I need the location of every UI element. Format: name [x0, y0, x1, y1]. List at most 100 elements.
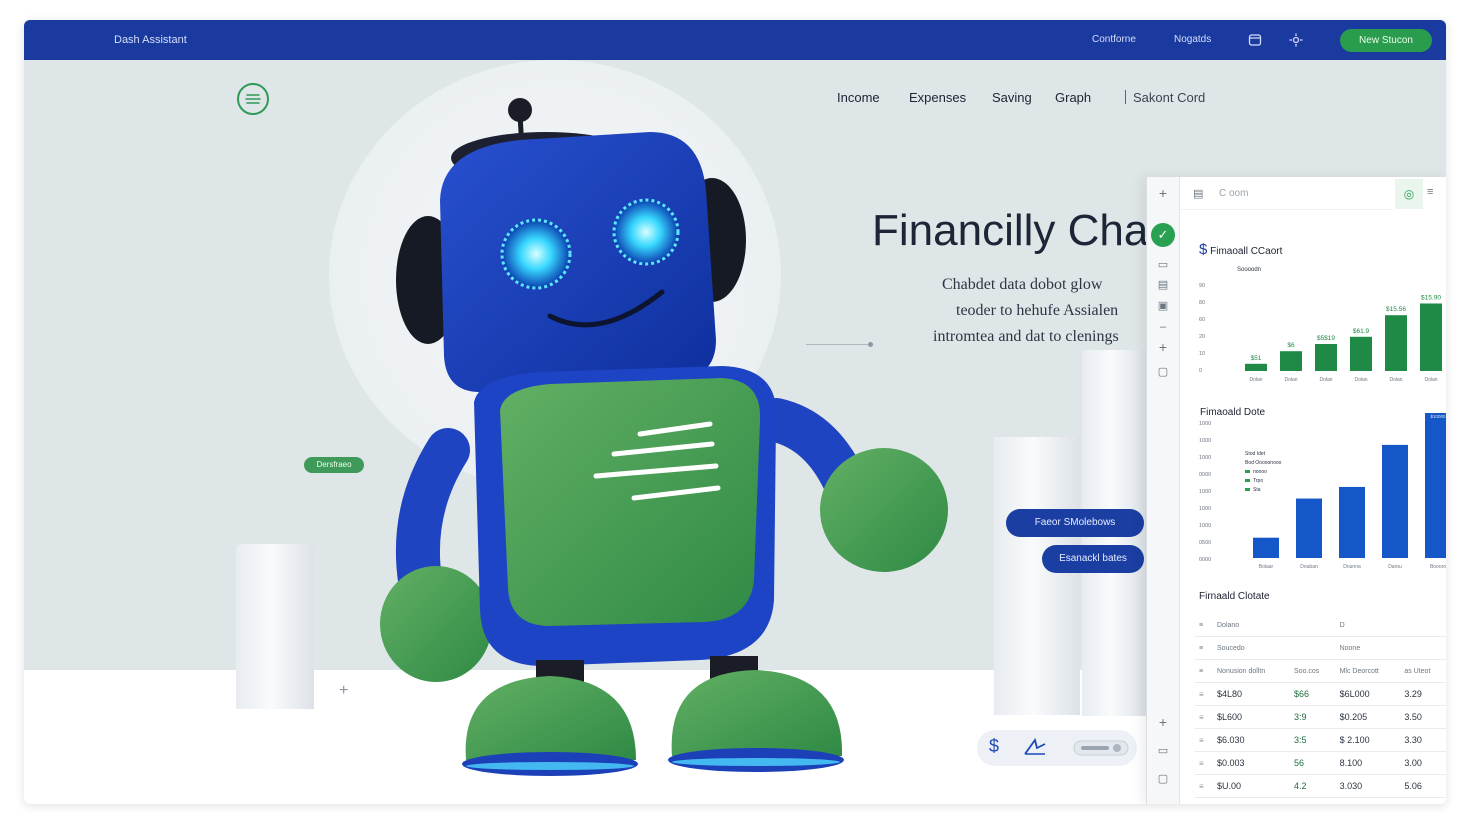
check-icon[interactable]: ✓ — [1151, 223, 1175, 247]
row-handle[interactable]: ≡ — [1195, 682, 1213, 706]
quick-action-bar: $ — [977, 730, 1137, 766]
window-icon[interactable]: ▭ — [1155, 743, 1171, 759]
table-cell: $66 — [1290, 682, 1336, 706]
y-tick-label: 1000 — [1199, 421, 1211, 427]
table-subheader-col-1: Soucedo — [1213, 636, 1336, 660]
table-subheader-row: ≡ Soucedo Noone — [1195, 636, 1446, 660]
table-cell: $4L80 — [1213, 682, 1291, 706]
table-header-col-2[interactable]: D — [1335, 614, 1446, 637]
add-item-icon[interactable]: + — [1155, 339, 1171, 355]
data-label: $5$19 — [1317, 335, 1335, 342]
row-handle[interactable]: ≡ — [1195, 774, 1213, 798]
chart1-title-row: $ Fimaoall CCaort — [1199, 241, 1282, 258]
data-label: $15.56 — [1386, 306, 1406, 313]
new-button[interactable]: New Stucon — [1340, 29, 1432, 52]
table-subheader-col-2: Noone — [1335, 636, 1446, 660]
nav-sakont-cord[interactable]: Sakont Cord — [1133, 90, 1205, 105]
hamburger-icon[interactable]: ≡ — [1427, 186, 1433, 198]
bar — [1420, 303, 1442, 371]
add-icon[interactable]: + — [1155, 185, 1171, 201]
table-cell: $L600 — [1213, 705, 1291, 729]
panel-sidebar: + ✓ ▭ ▤ ▣ – + ▢ + ▭ ▢ — [1147, 177, 1180, 804]
bar — [1385, 315, 1407, 371]
dollar-icon[interactable]: $ — [989, 736, 999, 757]
app-window: Dash Assistant Contforne Nogatds New Stu… — [24, 20, 1446, 804]
table-cell: 3.50 — [1400, 705, 1446, 729]
data-label: $61.9 — [1353, 328, 1370, 335]
legend-entry: Trpo — [1253, 478, 1263, 484]
y-tick-label: 0500 — [1199, 540, 1211, 546]
y-tick-label: 1000 — [1199, 489, 1211, 495]
menu-icon[interactable] — [237, 83, 269, 115]
table-cell: $0.003 — [1213, 751, 1291, 775]
line-icon[interactable]: – — [1155, 319, 1171, 335]
top-bar: Dash Assistant Contforne Nogatds New Stu… — [24, 20, 1446, 60]
inbox-icon[interactable]: ▢ — [1155, 364, 1171, 380]
table-cell: 3:5 — [1290, 728, 1336, 752]
factor-button[interactable]: Faeor SMolebows — [1006, 509, 1144, 537]
dashboard-panel: + ✓ ▭ ▤ ▣ – + ▢ + ▭ ▢ ▤ C oom ◎ ≡ $ Fima… — [1146, 177, 1446, 804]
finance-table: ≡ Dolano D ≡ Soucedo Noone ≡ Nonusion do… — [1195, 614, 1446, 798]
legend-entry: Bod Ooooonooo — [1245, 460, 1282, 466]
x-tick-label: Boooro — [1430, 564, 1446, 570]
legend-swatch — [1245, 488, 1250, 491]
table-row[interactable]: ≡ $U.00 4.2 3.030 5.06 — [1195, 774, 1446, 798]
table-row[interactable]: ≡ $6.030 3:5 $ 2.100 3.30 — [1195, 728, 1446, 752]
table-header-row: ≡ Dolano D — [1195, 614, 1446, 637]
row-handle[interactable]: ≡ — [1195, 705, 1213, 729]
bar — [1253, 537, 1279, 558]
y-tick-label: 0 — [1199, 368, 1202, 374]
estimate-button[interactable]: Esanackl bates — [1042, 545, 1144, 573]
top-link-nogatds[interactable]: Nogatds — [1174, 34, 1211, 45]
column-header: Nonusion dolltn — [1213, 659, 1291, 683]
y-tick-label: 20 — [1199, 334, 1205, 340]
decor-pillar-mid — [994, 437, 1080, 715]
table-cell: $0.205 — [1335, 705, 1401, 729]
hero-subtitle-line-2: teoder to hehufe Assialen — [956, 302, 1119, 319]
bar — [1315, 344, 1337, 371]
x-tick-label: Dolan — [1284, 377, 1297, 383]
toggle-icon[interactable] — [1073, 740, 1129, 761]
x-tick-label: Dolan — [1424, 377, 1437, 383]
bar — [1425, 413, 1446, 558]
y-tick-label: 0000 — [1199, 472, 1211, 478]
table-row[interactable]: ≡ $L600 3:9 $0.205 3.50 — [1195, 705, 1446, 729]
x-tick-label: Douban — [1300, 564, 1318, 570]
top-link-contforne[interactable]: Contforne — [1092, 34, 1136, 45]
y-tick-label: 90 — [1199, 283, 1205, 289]
x-tick-label: Dolan — [1249, 377, 1262, 383]
table-cell: 3:9 — [1290, 705, 1336, 729]
search-placeholder: C oom — [1219, 188, 1249, 199]
chart-icon[interactable] — [1023, 736, 1047, 761]
y-tick-label: 60 — [1199, 317, 1205, 323]
nav-saving[interactable]: Saving — [992, 90, 1032, 105]
table-row[interactable]: ≡ $0.003 56 8.100 3.00 — [1195, 751, 1446, 775]
y-tick-label: 1000 — [1199, 438, 1211, 444]
card-icon[interactable]: ▭ — [1155, 257, 1171, 273]
table-header-col-1[interactable]: Dolano — [1213, 614, 1336, 637]
robot-illustration — [380, 98, 948, 776]
legend-entry: Sta — [1253, 487, 1261, 493]
row-handle[interactable]: ≡ — [1195, 728, 1213, 752]
table-row[interactable]: ≡ $4L80 $66 $6L000 3.29 — [1195, 682, 1446, 706]
hero-subtitle-line-1: Chabdet data dobot glow — [942, 276, 1103, 293]
refresh-icon[interactable]: ◎ — [1395, 179, 1423, 209]
panel-search[interactable]: ▤ C oom — [1181, 179, 1393, 210]
settings-icon[interactable] — [1288, 32, 1304, 48]
y-tick-label: 1000 — [1199, 506, 1211, 512]
box-icon[interactable]: ▣ — [1155, 298, 1171, 314]
y-tick-label: 0000 — [1199, 557, 1211, 563]
wallet-icon: ▤ — [1193, 188, 1204, 200]
row-handle[interactable]: ≡ — [1195, 751, 1213, 775]
calendar-icon[interactable] — [1247, 32, 1263, 48]
nav-graph[interactable]: Graph — [1055, 90, 1091, 105]
column-header: Soo.cos — [1290, 659, 1336, 683]
income-bar-chart: 90 80 60 20 10 0 $51 Dolan $6 Dolan $5$19 Dolan $61.… — [1199, 283, 1442, 383]
data-label: $15.90 — [1421, 295, 1441, 302]
add-bottom-icon[interactable]: + — [1155, 714, 1171, 730]
bar — [1339, 486, 1365, 558]
doc-icon[interactable]: ▤ — [1155, 277, 1171, 293]
table-cell: $6L000 — [1335, 682, 1401, 706]
y-tick-label: 1000 — [1199, 455, 1211, 461]
shield-icon[interactable]: ▢ — [1155, 771, 1171, 787]
